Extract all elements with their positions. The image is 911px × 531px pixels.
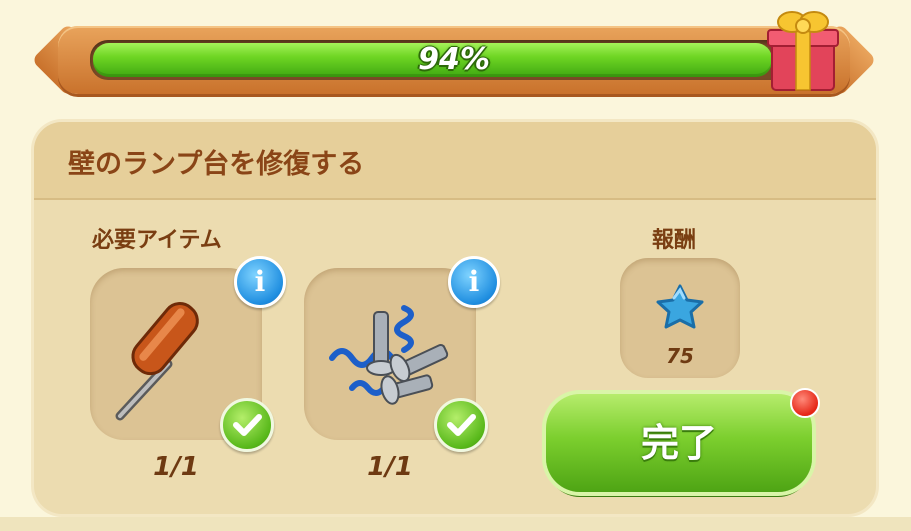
progress-bar-frame: 94% bbox=[58, 26, 850, 94]
task-header: 壁のランプ台を修復する bbox=[34, 122, 876, 200]
checkmark-icon bbox=[434, 398, 488, 452]
reward-value: 75 bbox=[666, 344, 694, 368]
reward-slot: 75 bbox=[620, 258, 740, 378]
item-count-bolts: 1/1 bbox=[367, 452, 413, 482]
reward-label: 報酬 bbox=[652, 228, 697, 253]
item-count-screwdriver: 1/1 bbox=[153, 452, 199, 482]
notification-dot bbox=[790, 388, 820, 418]
info-button-bolts[interactable]: i bbox=[448, 256, 500, 308]
progress-track: 94% bbox=[90, 40, 818, 80]
complete-button[interactable]: 完了 bbox=[546, 394, 812, 492]
required-items-label: 必要アイテム bbox=[92, 228, 222, 253]
task-title: 壁のランプ台を修復する bbox=[68, 149, 365, 180]
progress-label: 94% bbox=[418, 42, 490, 77]
blue-star-icon bbox=[656, 284, 704, 329]
bottom-strip bbox=[0, 517, 911, 531]
gift-box-icon[interactable] bbox=[766, 6, 840, 92]
info-button-screwdriver[interactable]: i bbox=[234, 256, 286, 308]
checkmark-icon bbox=[220, 398, 274, 452]
